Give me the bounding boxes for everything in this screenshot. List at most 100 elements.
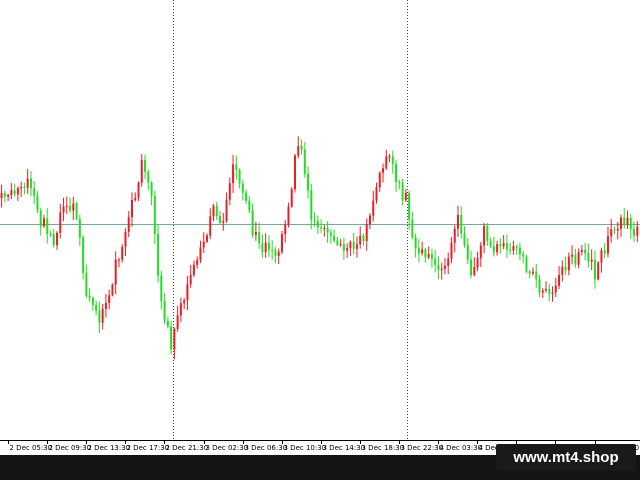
- candle-body: [629, 217, 632, 229]
- candle-body: [0, 193, 3, 198]
- candle-body: [219, 216, 222, 223]
- candle-body: [176, 315, 179, 329]
- candle-body: [277, 251, 280, 257]
- candle-body: [179, 303, 182, 316]
- candle-body: [606, 236, 609, 254]
- candle-body: [492, 246, 495, 253]
- candle-body: [222, 220, 225, 223]
- candle-body: [496, 244, 499, 253]
- candle-body: [261, 243, 264, 253]
- candle-body: [23, 186, 26, 188]
- candle-body: [352, 241, 355, 249]
- candle: [294, 153, 296, 193]
- candle-body: [349, 241, 352, 249]
- candle-body: [212, 205, 215, 217]
- candle-body: [98, 310, 101, 323]
- candle-body: [238, 169, 241, 184]
- candle-body: [404, 192, 407, 201]
- candle-body: [466, 244, 469, 260]
- candle-body: [548, 289, 551, 294]
- candle-body: [91, 297, 94, 305]
- candle-body: [173, 328, 176, 350]
- x-tick-label: 3 Dec 18:30: [362, 444, 405, 452]
- candle-body: [372, 200, 375, 216]
- candle-body: [473, 267, 476, 276]
- x-tick-label: 2 Dec 13:30: [88, 444, 131, 452]
- candle-body: [440, 268, 443, 270]
- candle-body: [95, 304, 98, 311]
- candle-body: [424, 249, 427, 258]
- candle-body: [160, 275, 163, 302]
- candle-body: [633, 228, 636, 236]
- candle-body: [297, 145, 300, 156]
- candle-body: [427, 254, 430, 258]
- candle-body: [228, 183, 231, 200]
- candle-body: [209, 216, 212, 236]
- candle-body: [26, 178, 29, 188]
- candle-body: [362, 235, 365, 241]
- candle-body: [134, 197, 137, 200]
- candle-body: [391, 156, 394, 165]
- candle-body: [528, 271, 531, 274]
- candle-body: [378, 172, 381, 188]
- candle-body: [274, 249, 277, 257]
- candle-body: [251, 210, 254, 236]
- candle-body: [202, 241, 205, 248]
- candle-body: [551, 292, 554, 294]
- candle-body: [603, 250, 606, 254]
- x-tick-label: 2 Dec 05:30: [10, 444, 53, 452]
- candle-body: [248, 200, 251, 211]
- candle-body: [421, 249, 424, 254]
- candle-body: [163, 301, 166, 322]
- candle-body: [117, 259, 120, 261]
- candle-body: [316, 220, 319, 228]
- x-tick-label: 3 Dec 02:30: [206, 444, 249, 452]
- candle-body: [183, 300, 186, 304]
- candle: [75, 201, 78, 221]
- candle-body: [140, 159, 143, 183]
- candle-body: [121, 246, 124, 260]
- x-tick-label: 3 Dec 14:30: [323, 444, 366, 452]
- candle-body: [558, 274, 561, 286]
- candle-body: [192, 264, 195, 275]
- candle-body: [450, 242, 453, 259]
- candle-body: [479, 245, 482, 259]
- candle-body: [515, 246, 518, 248]
- candle-body: [336, 240, 339, 245]
- candle: [525, 254, 528, 274]
- candle-body: [157, 233, 160, 276]
- candle-body: [388, 156, 391, 158]
- candle-body: [16, 188, 19, 195]
- candle-body: [571, 254, 574, 257]
- candle-body: [42, 218, 45, 227]
- price-chart: 2 Dec 05:30 2 Dec 09:30 2 Dec 13:30 2 Dec 1…: [0, 0, 640, 480]
- candle-body: [303, 149, 306, 174]
- candle-body: [254, 232, 257, 236]
- candle-body: [36, 195, 39, 211]
- candle-body: [590, 259, 593, 262]
- candle-body: [434, 258, 437, 265]
- candle-body: [554, 285, 557, 293]
- candle-body: [447, 258, 450, 266]
- candle-body: [29, 178, 32, 189]
- candle-body: [127, 217, 130, 232]
- candle-body: [186, 284, 189, 301]
- candle-body: [457, 214, 459, 229]
- candle-body: [531, 271, 534, 274]
- candle-body: [82, 237, 85, 273]
- candle-body: [205, 235, 208, 242]
- candle-body: [620, 217, 622, 229]
- candle-body: [33, 188, 36, 196]
- candle-body: [414, 236, 417, 249]
- candle-body: [574, 254, 577, 265]
- candle-body: [437, 264, 440, 270]
- candle-body: [215, 205, 218, 217]
- candle-body: [72, 203, 75, 211]
- chart-background: [0, 0, 640, 480]
- candle-body: [600, 250, 603, 263]
- candle-body: [232, 164, 235, 184]
- candle-body: [616, 228, 619, 231]
- candle-body: [114, 259, 117, 285]
- candle-body: [580, 249, 583, 252]
- candle-body: [69, 206, 72, 211]
